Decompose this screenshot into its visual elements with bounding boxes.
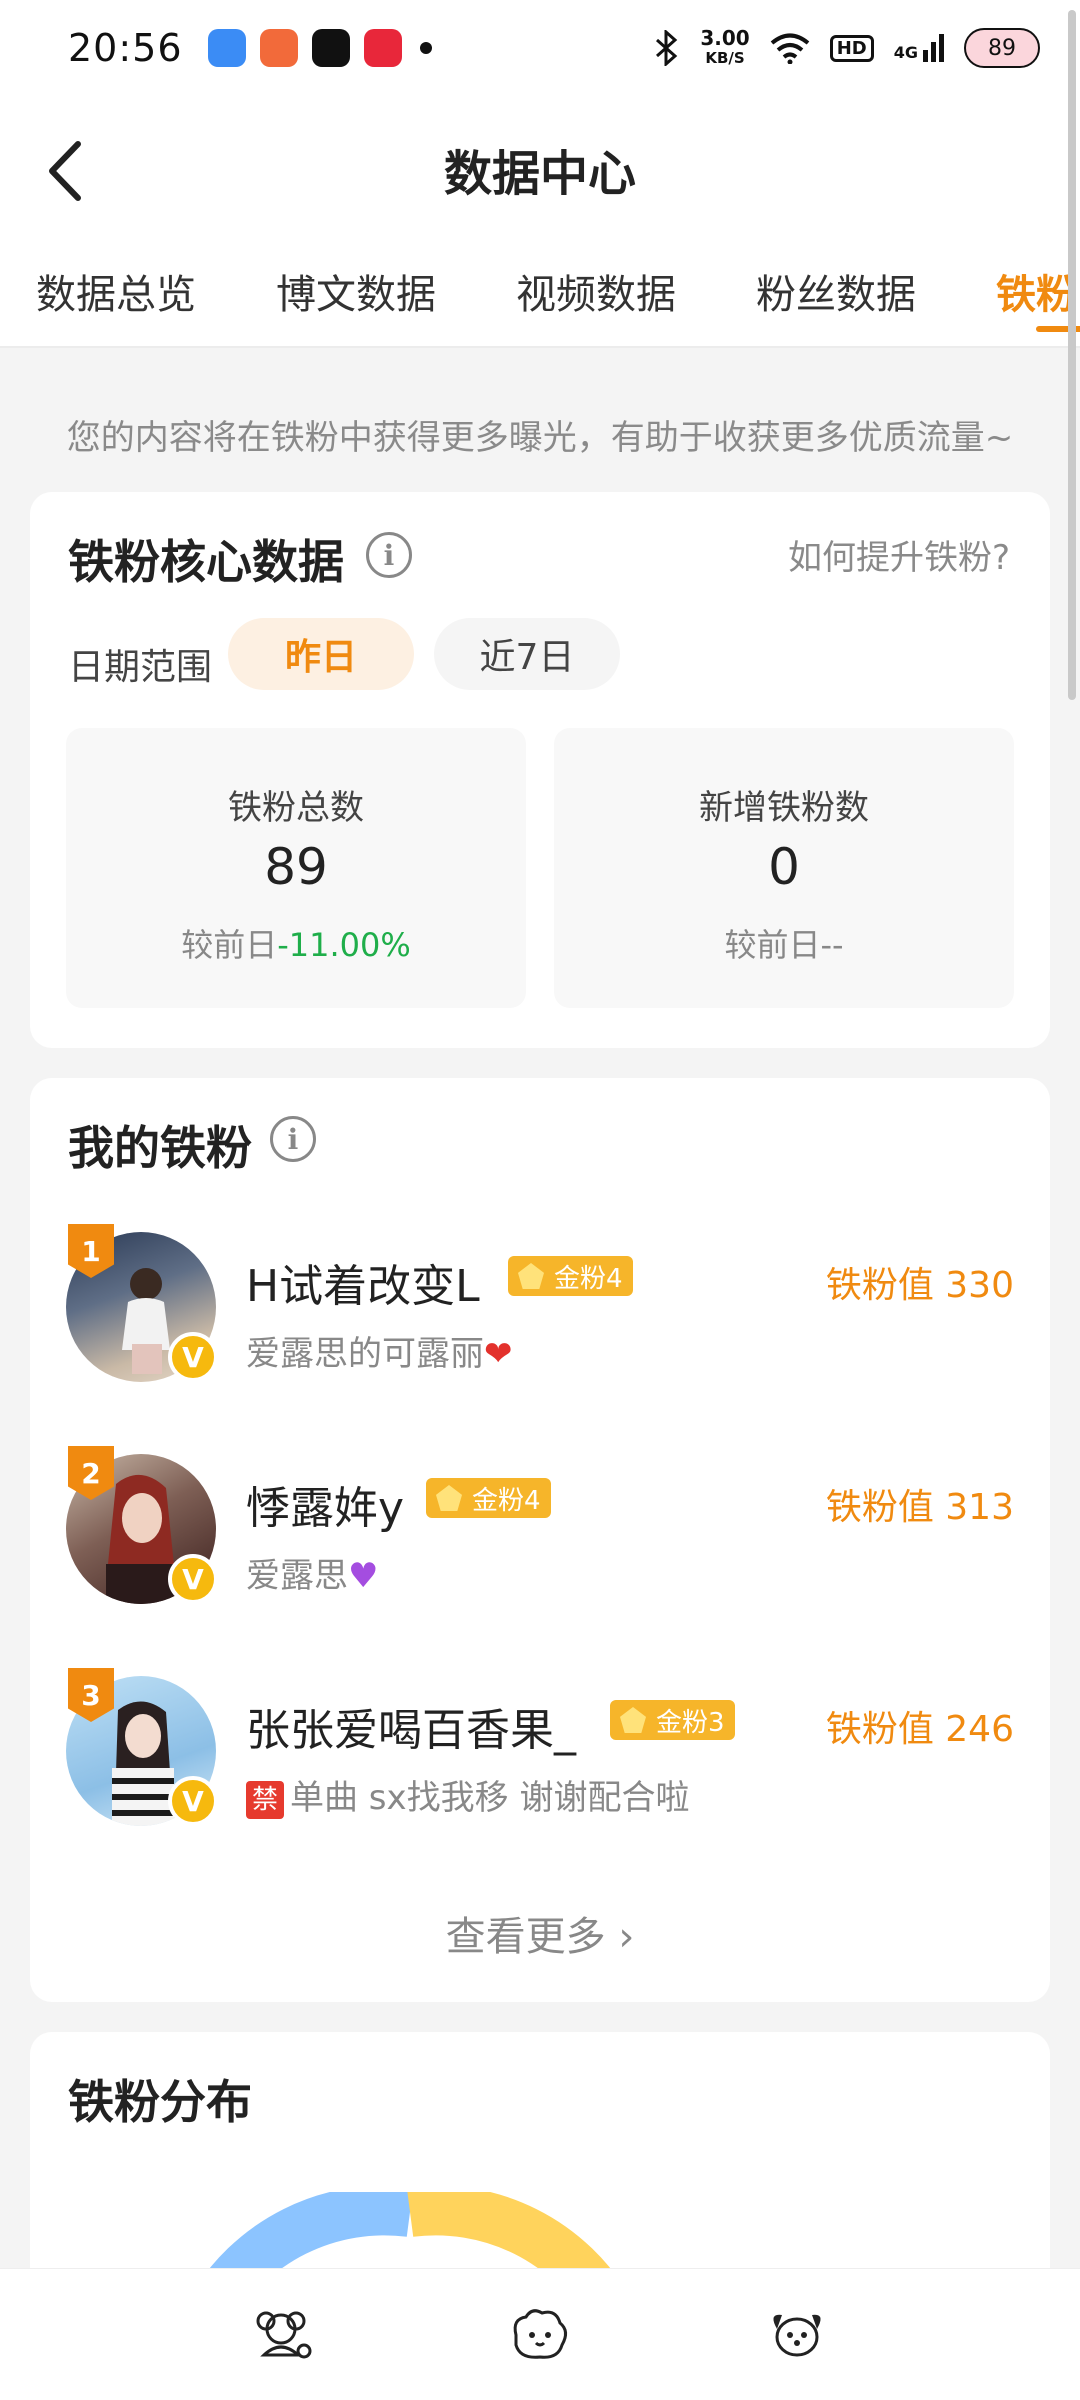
sheep-icon[interactable] [504,2299,574,2369]
stat-value: 0 [768,838,800,896]
fan-description: 禁单曲 sx找我移 谢谢配合啦 [246,1770,689,1819]
network-speed: 3.00 KB/S [700,26,750,67]
new-fans-stat: 新增铁粉数 0 较前日-- [554,728,1014,1008]
heart-icon: ❤ [484,1334,513,1374]
puppy-icon[interactable] [762,2299,832,2369]
tab-post-data[interactable]: 博文数据 [276,262,436,320]
my-fans-title: 我的铁粉 [68,1121,252,1175]
tab-iron-fans[interactable]: 铁粉 [996,262,1076,320]
fan-description: 爱露思♥ [246,1556,379,1596]
core-data-card: 铁粉核心数据 i 如何提升铁粉? 日期范围 昨日 近7日 铁粉总数 89 较前日… [30,492,1050,1048]
bluetooth-icon [656,30,678,66]
screen: 20:56 3.00 KB/S HD 4G 89 数据中心 数据总览 博文数据 … [0,0,1080,2400]
fan-score: 铁粉值 330 [825,1265,1014,1306]
total-fans-stat: 铁粉总数 89 较前日-11.00% [66,728,526,1008]
fan-score: 铁粉值 313 [825,1487,1014,1528]
verified-badge: V [168,1554,218,1604]
fan-row[interactable]: 1 V H试着改变L 金粉4 爱露思的可露丽❤ 铁粉值 330 [30,1224,1050,1412]
range-7days-button[interactable]: 近7日 [434,618,620,690]
stat-label: 新增铁粉数 [699,788,869,828]
heart-icon: ♥ [348,1556,379,1596]
fan-row[interactable]: 3 V 张张爱喝百香果_ 金粉3 禁单曲 sx找我移 谢谢配合啦 铁粉值 246 [30,1668,1050,1856]
fan-row[interactable]: 2 V 悸露姩y 金粉4 爱露思♥ 铁粉值 313 [30,1446,1050,1634]
app-notification-icon [312,29,350,67]
app-notification-icon [364,29,402,67]
fan-name: 张张爱喝百香果_ [246,1705,576,1756]
status-bar: 20:56 3.00 KB/S HD 4G 89 [0,0,1080,96]
signal-icon: 4G [894,34,944,62]
app-notification-icon [208,29,246,67]
verified-badge: V [168,1332,218,1382]
app-header: 数据中心 [0,96,1080,246]
stat-value: 89 [264,838,328,896]
stat-label: 铁粉总数 [228,788,364,828]
range-yesterday-button[interactable]: 昨日 [228,618,414,690]
core-data-title: 铁粉核心数据 [68,535,344,589]
scrollbar[interactable] [1068,10,1076,700]
bottom-nav [0,2268,1080,2400]
wifi-icon [770,33,809,64]
fan-level-badge: 金粉3 [610,1700,735,1740]
tab-video-data[interactable]: 视频数据 [516,262,676,320]
fan-name: 悸露姩y [246,1483,405,1534]
fan-level-badge: 金粉4 [508,1256,633,1296]
fan-description: 爱露思的可露丽❤ [246,1334,513,1374]
more-notifications-icon [420,42,432,54]
dog-icon[interactable] [246,2299,316,2369]
battery-icon: 89 [964,28,1040,68]
verified-badge: V [168,1776,218,1826]
stat-compare: 较前日-11.00% [181,926,411,964]
tab-bar: 数据总览 博文数据 视频数据 粉丝数据 铁粉 [0,246,1080,348]
notification-apps [208,29,402,67]
info-icon[interactable]: i [270,1116,316,1162]
info-icon[interactable]: i [366,532,412,578]
status-time: 20:56 [68,26,183,70]
ban-icon: 禁 [246,1780,284,1819]
fan-score: 铁粉值 246 [825,1709,1014,1750]
app-notification-icon [260,29,298,67]
tab-overview[interactable]: 数据总览 [36,262,196,320]
hd-icon: HD [829,34,874,62]
page-title: 数据中心 [443,146,636,202]
how-to-improve-link[interactable]: 如何提升铁粉? [788,530,1010,579]
view-more-button[interactable]: 查看更多 › [30,1904,1050,1962]
tab-fans-data[interactable]: 粉丝数据 [756,262,916,320]
stat-compare: 较前日-- [724,926,844,964]
distribution-title: 铁粉分布 [68,2075,252,2129]
fan-level-badge: 金粉4 [426,1478,551,1518]
exposure-hint: 您的内容将在铁粉中获得更多曝光，有助于收获更多优质流量~ [66,418,1014,458]
my-fans-card: 我的铁粉 i 1 V H试着改变L 金粉4 爱露思的可露丽❤ 铁粉值 330 2… [30,1078,1050,2002]
date-range-label: 日期范围 [68,647,213,688]
fan-name: H试着改变L [246,1261,480,1312]
